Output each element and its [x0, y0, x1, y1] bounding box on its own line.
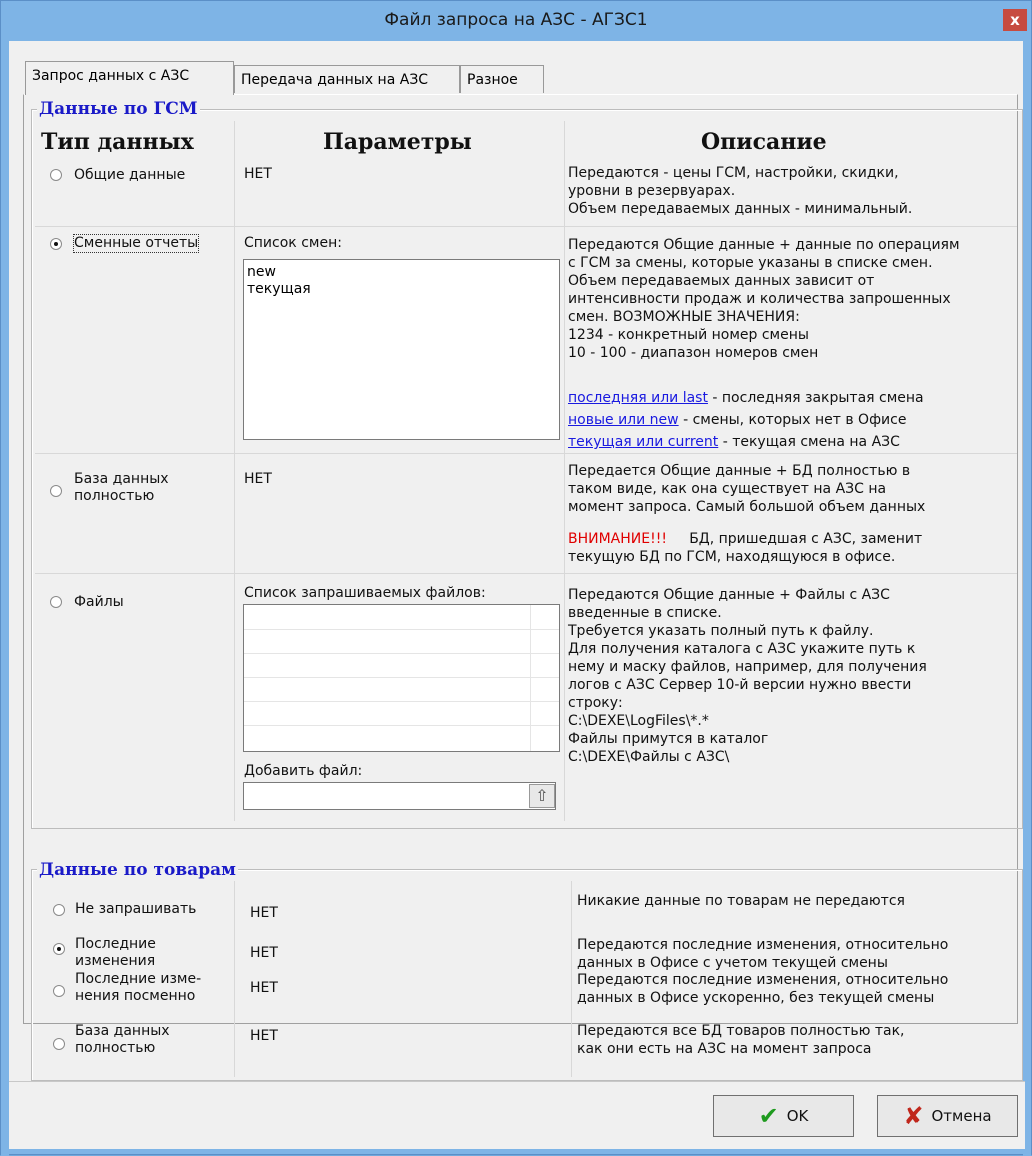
radio-shift-reports[interactable] [50, 238, 62, 250]
header-params: Параметры [323, 129, 472, 155]
close-button[interactable]: x [1003, 9, 1027, 31]
tab-misc[interactable]: Разное [460, 65, 544, 93]
link-current[interactable]: текущая или current [568, 434, 718, 450]
radio-full-db[interactable] [50, 485, 62, 497]
link-new[interactable]: новые или new [568, 412, 679, 428]
desc-full-db: Передается Общие данные + БД полностью в… [568, 463, 926, 515]
label-general[interactable]: Общие данные [74, 167, 185, 184]
desc-files: Передаются Общие данные + Файлы с АЗС вв… [568, 587, 927, 765]
check-icon: ✔ [758, 1102, 779, 1130]
cancel-button[interactable]: ✘ Отмена [877, 1095, 1018, 1137]
label-goods-per-shift[interactable]: Последние изме- нения посменно [75, 971, 201, 1005]
add-file-label: Добавить файл: [244, 763, 363, 779]
button-bar [9, 1081, 1025, 1149]
cancel-label: Отмена [931, 1107, 992, 1125]
tab-transfer[interactable]: Передача данных на АЗС [234, 65, 460, 93]
param-goods-none: НЕТ [250, 905, 278, 921]
desc-full-db-end: текущую БД по ГСМ, находящуюся в офисе. [568, 549, 896, 565]
header-type: Тип данных [41, 129, 194, 155]
desc-link-row-new: новые или new - смены, которых нет в Офи… [568, 412, 907, 428]
files-grid[interactable] [243, 604, 560, 752]
param-goods-last-changes: НЕТ [250, 945, 278, 961]
shift-list[interactable]: new текущая [243, 259, 560, 440]
radio-goods-last-changes[interactable] [53, 943, 65, 955]
shift-list-label: Список смен: [244, 235, 342, 251]
radio-goods-per-shift[interactable] [53, 985, 65, 997]
param-goods-full-db: НЕТ [250, 1028, 278, 1044]
label-goods-last-changes[interactable]: Последние изменения [75, 936, 156, 970]
desc-general: Передаются - цены ГСМ, настройки, скидки… [568, 165, 913, 217]
label-shift-reports[interactable]: Сменные отчеты [72, 234, 200, 253]
ok-button[interactable]: ✔ OK [713, 1095, 854, 1137]
desc-full-db-warning: ВНИМАНИЕ!!! БД, пришедшая с АЗС, заменит [568, 531, 923, 547]
radio-files[interactable] [50, 596, 62, 608]
label-goods-full-db[interactable]: База данных полностью [75, 1023, 170, 1057]
goods-legend: Данные по товарам [37, 860, 238, 880]
link-last[interactable]: последняя или last [568, 390, 708, 406]
label-full-db[interactable]: База данных полностью [74, 471, 169, 505]
list-item[interactable]: new [244, 264, 559, 281]
window-title: Файл запроса на АЗС - АГЗС1 [384, 10, 648, 30]
list-item[interactable]: текущая [244, 281, 559, 298]
add-file-input[interactable] [243, 782, 556, 810]
cross-icon: ✘ [903, 1102, 924, 1130]
tab-request[interactable]: Запрос данных с АЗС [25, 61, 234, 95]
radio-goods-none[interactable] [53, 904, 65, 916]
desc-link-row-current: текущая или current - текущая смена на А… [568, 434, 900, 450]
param-goods-per-shift: НЕТ [250, 980, 278, 996]
radio-general[interactable] [50, 169, 62, 181]
desc-link-row-last: последняя или last - последняя закрытая … [568, 390, 924, 406]
label-goods-none[interactable]: Не запрашивать [75, 901, 196, 918]
warning-text: ВНИМАНИЕ!!! [568, 531, 667, 547]
desc-goods-per-shift: Передаются последние изменения, относите… [577, 972, 949, 1006]
title-bar[interactable]: Файл запроса на АЗС - АГЗС1 x [1, 1, 1031, 41]
desc-goods-full-db: Передаются все БД товаров полностью так,… [577, 1023, 905, 1057]
files-list-label: Список запрашиваемых файлов: [244, 585, 486, 601]
add-file-button[interactable]: ⇧ [529, 784, 555, 808]
param-general: НЕТ [244, 166, 272, 182]
ok-label: OK [786, 1107, 809, 1125]
gsm-legend: Данные по ГСМ [37, 99, 200, 119]
header-desc: Описание [701, 129, 827, 155]
desc-goods-last-changes: Передаются последние изменения, относите… [577, 937, 949, 971]
label-files[interactable]: Файлы [74, 594, 124, 611]
desc-shift-reports: Передаются Общие данные + данные по опер… [568, 237, 960, 361]
radio-goods-full-db[interactable] [53, 1038, 65, 1050]
desc-goods-none: Никакие данные по товарам не передаются [577, 893, 905, 909]
dialog-window: Файл запроса на АЗС - АГЗС1 x Запрос дан… [0, 0, 1032, 1156]
param-full-db: НЕТ [244, 471, 272, 487]
